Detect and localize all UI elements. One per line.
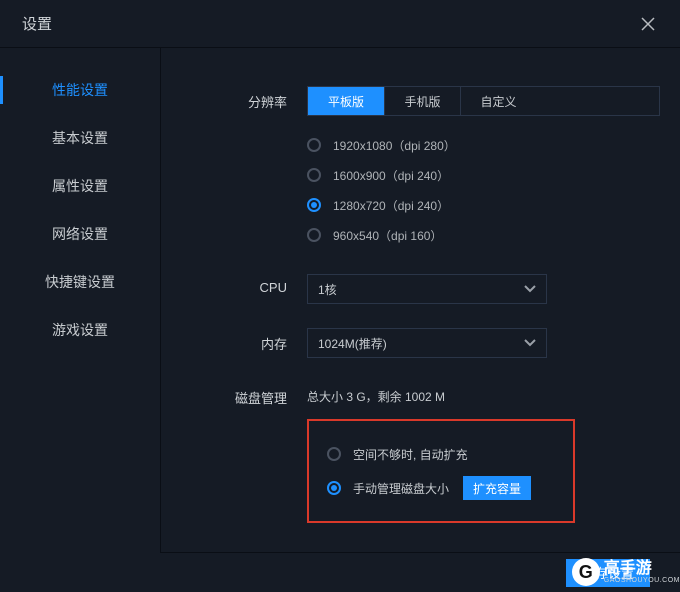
disk-option-manual[interactable]: 手动管理磁盘大小 扩充容量: [327, 471, 555, 505]
sidebar-item-label: 性能设置: [52, 80, 108, 100]
close-icon: [640, 16, 656, 32]
cpu-value: 1核: [318, 281, 337, 298]
close-button[interactable]: [634, 10, 662, 38]
radio-icon: [307, 228, 321, 242]
resolution-option-1920[interactable]: 1920x1080（dpi 280）: [307, 130, 660, 160]
resolution-option-1600[interactable]: 1600x900（dpi 240）: [307, 160, 660, 190]
radio-icon: [327, 481, 341, 495]
radio-icon: [307, 168, 321, 182]
expand-capacity-button[interactable]: 扩充容量: [463, 476, 531, 500]
chevron-down-icon: [524, 336, 536, 350]
chevron-down-icon: [524, 282, 536, 296]
disk-label: 磁盘管理: [201, 382, 287, 407]
sidebar-item-label: 属性设置: [52, 176, 108, 196]
sidebar-item-performance[interactable]: 性能设置: [0, 66, 160, 114]
sidebar: 性能设置 基本设置 属性设置 网络设置 快捷键设置 游戏设置: [0, 48, 160, 552]
sidebar-item-shortcut[interactable]: 快捷键设置: [0, 258, 160, 306]
memory-select[interactable]: 1024M(推荐): [307, 328, 547, 358]
row-cpu: CPU 1核: [201, 274, 660, 304]
resolution-options: 1920x1080（dpi 280） 1600x900（dpi 240） 128…: [307, 130, 660, 250]
sidebar-item-property[interactable]: 属性设置: [0, 162, 160, 210]
memory-value: 1024M(推荐): [318, 335, 387, 352]
content-panel: 分辨率 平板版 手机版 自定义 1920x1080（dpi 280） 1600x…: [160, 48, 680, 552]
window-title: 设置: [22, 13, 52, 34]
resolution-mode-group: 平板版 手机版 自定义: [307, 86, 660, 116]
cpu-select[interactable]: 1核: [307, 274, 547, 304]
mode-phone[interactable]: 手机版: [384, 87, 460, 115]
sidebar-item-game[interactable]: 游戏设置: [0, 306, 160, 354]
sidebar-item-label: 网络设置: [52, 224, 108, 244]
memory-label: 内存: [201, 328, 287, 353]
cpu-label: CPU: [201, 274, 287, 295]
sidebar-item-network[interactable]: 网络设置: [0, 210, 160, 258]
resolution-option-960[interactable]: 960x540（dpi 160）: [307, 220, 660, 250]
sidebar-item-label: 快捷键设置: [45, 272, 115, 292]
mode-custom[interactable]: 自定义: [460, 87, 536, 115]
sidebar-item-basic[interactable]: 基本设置: [0, 114, 160, 162]
mode-tablet[interactable]: 平板版: [308, 87, 384, 115]
window-header: 设置: [0, 0, 680, 48]
disk-info-text: 总大小 3 G，剩余 1002 M: [307, 382, 660, 405]
disk-options-box: 空间不够时, 自动扩充 手动管理磁盘大小 扩充容量: [307, 419, 575, 523]
sidebar-item-label: 游戏设置: [52, 320, 108, 340]
footer-bar: 保存设置: [160, 552, 680, 592]
resolution-option-1280[interactable]: 1280x720（dpi 240）: [307, 190, 660, 220]
row-disk: 磁盘管理 总大小 3 G，剩余 1002 M 空间不够时, 自动扩充 手动管理磁…: [201, 382, 660, 523]
disk-option-auto[interactable]: 空间不够时, 自动扩充: [327, 437, 555, 471]
row-memory: 内存 1024M(推荐): [201, 328, 660, 358]
save-button[interactable]: 保存设置: [566, 559, 650, 587]
radio-icon: [327, 447, 341, 461]
sidebar-item-label: 基本设置: [52, 128, 108, 148]
radio-icon: [307, 198, 321, 212]
resolution-label: 分辨率: [201, 86, 287, 111]
row-resolution: 分辨率 平板版 手机版 自定义 1920x1080（dpi 280） 1600x…: [201, 86, 660, 250]
radio-icon: [307, 138, 321, 152]
